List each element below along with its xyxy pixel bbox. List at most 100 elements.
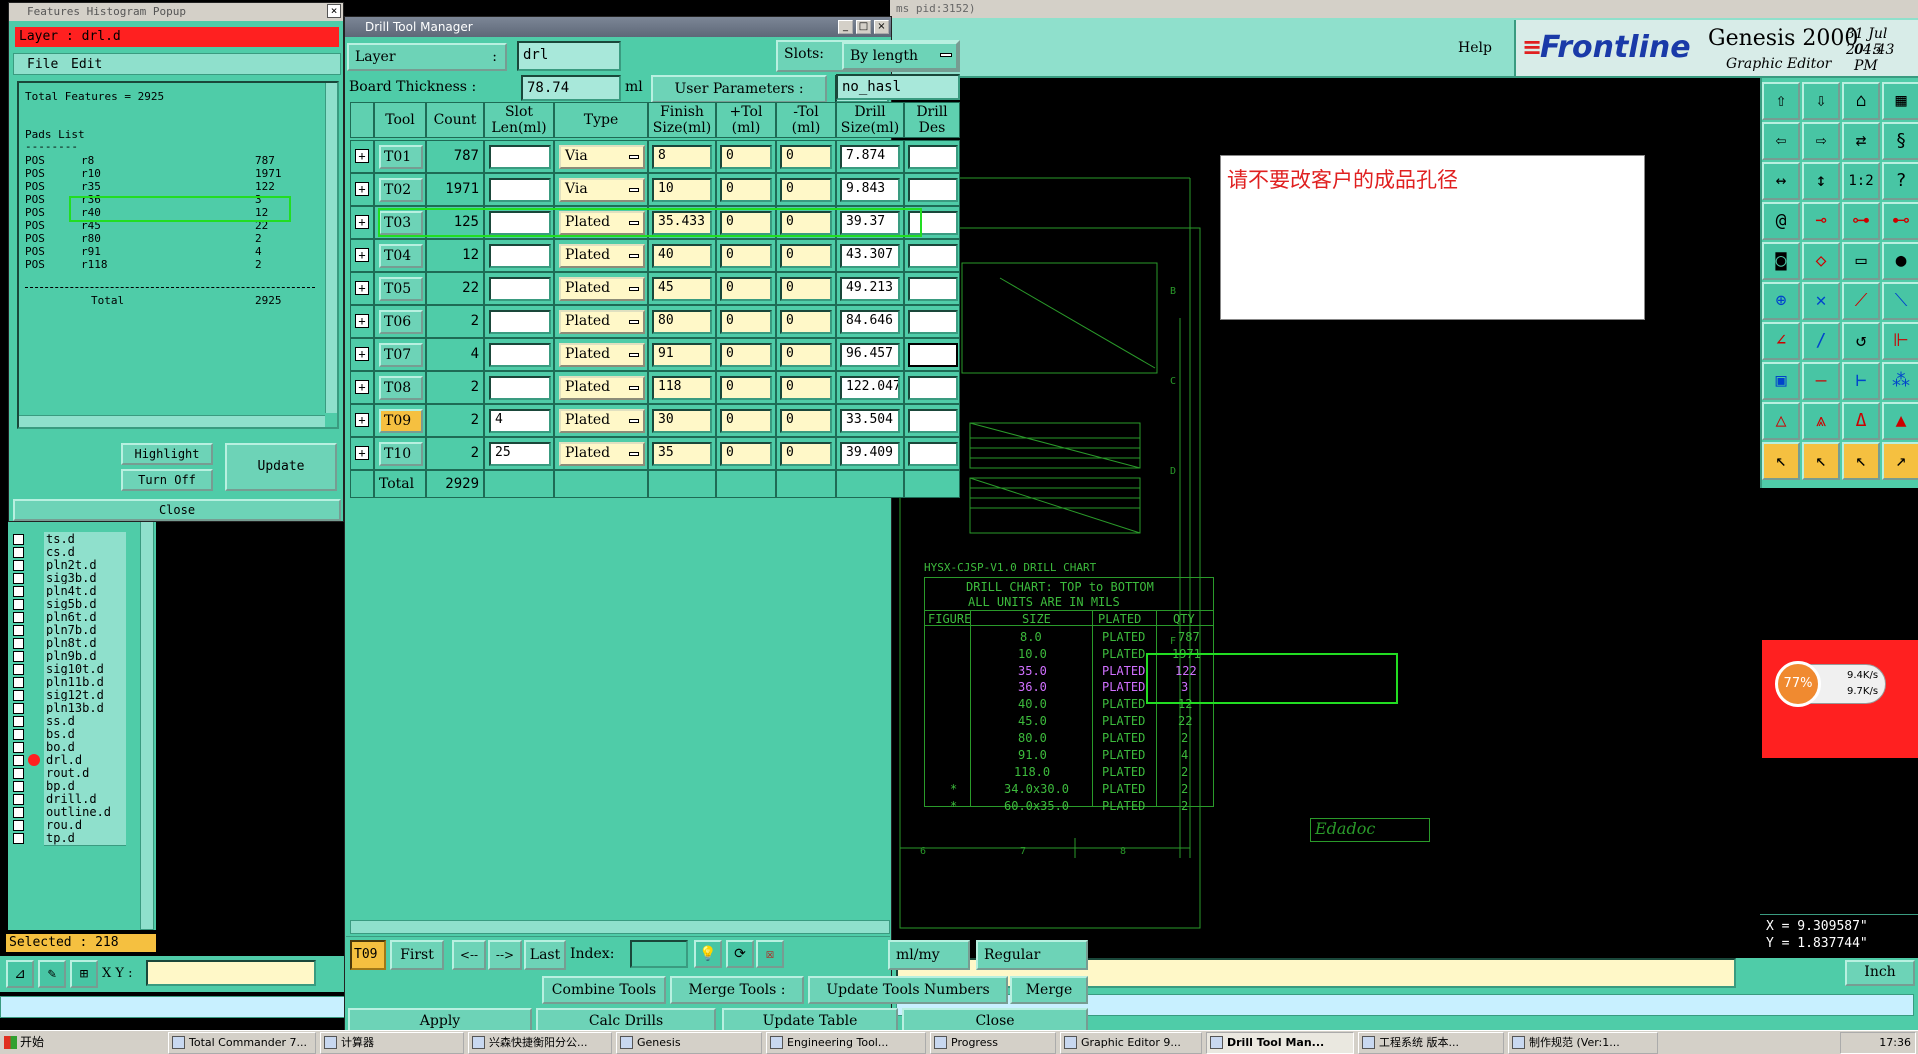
home-icon[interactable]: ⌂	[1842, 82, 1880, 120]
close-icon[interactable]: ×	[874, 20, 889, 34]
type-select[interactable]: Via	[559, 178, 645, 202]
tool-button[interactable]: T09	[379, 409, 423, 433]
layer-checkbox[interactable]	[13, 820, 24, 831]
help-menu[interactable]: Help	[1458, 40, 1492, 56]
taskbar-item[interactable]: Total Commander 7...	[168, 1032, 316, 1054]
type-select[interactable]: Plated	[559, 211, 645, 235]
start-button[interactable]: 开始	[2, 1032, 54, 1054]
tool-button[interactable]: T06	[379, 310, 423, 334]
expand-icon[interactable]: +	[355, 182, 369, 196]
move-left-icon[interactable]: ⇦	[1762, 122, 1800, 160]
layer-checkbox[interactable]	[13, 625, 24, 636]
finish-input[interactable]: 35	[652, 442, 712, 466]
mtol-input[interactable]: 0	[780, 442, 832, 466]
tool-button[interactable]: T05	[379, 277, 423, 301]
pointer-icon[interactable]: ↖	[1762, 442, 1800, 480]
drill-des-input[interactable]	[908, 376, 958, 400]
ptol-input[interactable]: 0	[720, 343, 772, 367]
tool-button[interactable]: T07	[379, 343, 423, 367]
drill-size-input[interactable]: 39.409	[840, 442, 900, 466]
expand-icon[interactable]: +	[355, 281, 369, 295]
finish-input[interactable]: 80	[652, 310, 712, 334]
histogram-vscroll[interactable]	[325, 83, 337, 413]
finish-input[interactable]: 45	[652, 277, 712, 301]
fit-horizontal-icon[interactable]: ↔	[1762, 162, 1800, 200]
measure-icon[interactable]: ⊢	[1842, 362, 1880, 400]
layer-checkbox[interactable]	[13, 547, 24, 558]
move-up-icon[interactable]: ⇧	[1762, 82, 1800, 120]
type-select[interactable]: Plated	[559, 244, 645, 268]
close-button[interactable]: Close	[902, 1008, 1088, 1032]
merge-tools-label[interactable]: Merge Tools :	[670, 976, 804, 1004]
index-input[interactable]	[630, 940, 688, 968]
pad-icon[interactable]: ▣	[1762, 362, 1800, 400]
type-select[interactable]: Plated	[559, 310, 645, 334]
layers-scrollbar[interactable]	[140, 520, 154, 930]
drill-size-input[interactable]: 49.213	[840, 277, 900, 301]
move-right-icon[interactable]: ⇨	[1802, 122, 1840, 160]
highlight-button[interactable]: Highlight	[121, 443, 213, 465]
menu-edit[interactable]: Edit	[71, 57, 102, 72]
taskbar-item[interactable]: Genesis	[616, 1032, 762, 1054]
mtol-input[interactable]: 0	[780, 145, 832, 169]
prev-button[interactable]: <--	[452, 940, 486, 970]
drill-des-input[interactable]	[908, 310, 958, 334]
type-select[interactable]: Plated	[559, 343, 645, 367]
taskbar-item[interactable]: 工程系统 版本...	[1358, 1032, 1504, 1054]
tool-button[interactable]: T01	[379, 145, 423, 169]
spiral-icon[interactable]: §	[1882, 122, 1918, 160]
layer-checkbox[interactable]	[13, 833, 24, 844]
layer-checkbox[interactable]	[13, 742, 24, 753]
help-icon[interactable]: ?	[1882, 162, 1918, 200]
drill-size-input[interactable]: 33.504	[840, 409, 900, 433]
triangle-icon[interactable]: △	[1762, 402, 1800, 440]
mtol-input[interactable]: 0	[780, 244, 832, 268]
tool-button[interactable]: T03	[379, 211, 423, 235]
type-select[interactable]: Plated	[559, 409, 645, 433]
layer-checkbox[interactable]	[13, 768, 24, 779]
drill-des-input[interactable]	[908, 442, 958, 466]
layer-checkbox[interactable]	[13, 599, 24, 610]
layer-checkbox[interactable]	[13, 716, 24, 727]
slot-length-input[interactable]: 4	[489, 409, 551, 433]
type-select[interactable]: Plated	[559, 277, 645, 301]
mode-select[interactable]: Regular	[976, 940, 1088, 970]
pen-tool-icon[interactable]: ✎	[38, 960, 66, 988]
slot-length-input[interactable]	[489, 310, 551, 334]
layer-checkbox[interactable]	[13, 586, 24, 597]
link-icon[interactable]: ⟋	[1842, 282, 1880, 320]
mtol-input[interactable]: 0	[780, 343, 832, 367]
finish-input[interactable]: 91	[652, 343, 712, 367]
mtol-input[interactable]: 0	[780, 310, 832, 334]
network-icon[interactable]: ⊷	[1882, 202, 1918, 240]
ptol-input[interactable]: 0	[720, 277, 772, 301]
triangle-split-icon[interactable]: ⩓	[1802, 402, 1840, 440]
drill-size-input[interactable]: 96.457	[840, 343, 900, 367]
mtol-input[interactable]: 0	[780, 211, 832, 235]
probe-icon[interactable]: ⊸	[1802, 202, 1840, 240]
fit-vertical-icon[interactable]: ↕	[1802, 162, 1840, 200]
next-button[interactable]: -->	[488, 940, 522, 970]
mtol-input[interactable]: 0	[780, 277, 832, 301]
layer-item[interactable]: tp.d	[44, 831, 126, 846]
taskbar-item[interactable]: 计算器	[320, 1032, 464, 1054]
slot-length-input[interactable]	[489, 244, 551, 268]
units-select[interactable]: ml/my	[888, 940, 970, 970]
ruler-icon[interactable]: ▭	[1842, 242, 1880, 280]
tool-button[interactable]: T10	[379, 442, 423, 466]
layer-checkbox[interactable]	[13, 534, 24, 545]
calc-drills-button[interactable]: Calc Drills	[536, 1008, 716, 1032]
update-table-button[interactable]: Update Table	[722, 1008, 898, 1032]
mtol-input[interactable]: 0	[780, 409, 832, 433]
triangle-b-icon[interactable]: ▲	[1882, 402, 1918, 440]
histogram-close-button[interactable]: Close	[13, 499, 341, 521]
slot-length-input[interactable]	[489, 343, 551, 367]
edit-tool-icon[interactable]: ⊿	[6, 960, 34, 988]
finish-input[interactable]: 8	[652, 145, 712, 169]
drill-size-input[interactable]: 84.646	[840, 310, 900, 334]
cluster-icon[interactable]: ⁂	[1882, 362, 1918, 400]
ptol-input[interactable]: 0	[720, 244, 772, 268]
expand-icon[interactable]: +	[355, 413, 369, 427]
taskbar-item[interactable]: Progress	[930, 1032, 1056, 1054]
ptol-input[interactable]: 0	[720, 145, 772, 169]
